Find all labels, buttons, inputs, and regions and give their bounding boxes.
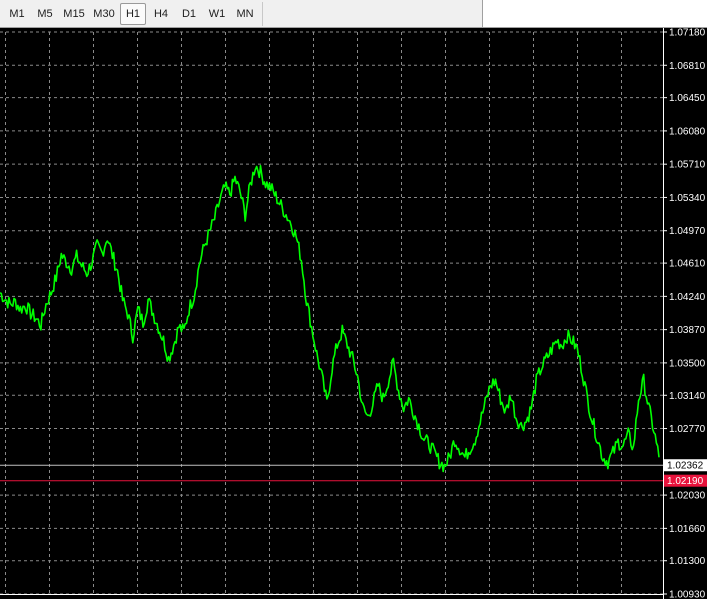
timeframe-button-h4[interactable]: H4 xyxy=(148,3,174,25)
chart-background xyxy=(0,28,707,599)
price-axis-label: 1.04240 xyxy=(669,292,706,303)
price-axis-label: 1.06080 xyxy=(669,126,706,137)
timeframe-button-mn[interactable]: MN xyxy=(232,3,258,25)
price-axis-label: 1.00930 xyxy=(669,590,706,599)
price-axis-label: 1.03500 xyxy=(669,358,706,369)
timeframe-button-m5[interactable]: M5 xyxy=(32,3,58,25)
timeframe-button-m30[interactable]: M30 xyxy=(90,3,118,25)
price-axis-label: 1.01300 xyxy=(669,556,706,567)
price-axis-label: 1.05340 xyxy=(669,193,706,204)
timeframe-toolbar: M1 M5 M15 M30 H1 H4 D1 W1 MN xyxy=(0,0,707,28)
timeframe-button-group: M1 M5 M15 M30 H1 H4 D1 W1 MN xyxy=(3,2,263,26)
price-chart[interactable]: 1.07180 1.06810 1.06450 1.06080 1.05710 1.053… xyxy=(0,28,707,599)
price-axis-label: 1.06450 xyxy=(669,93,706,104)
price-axis-label: 1.06810 xyxy=(669,61,706,72)
timeframe-button-m15[interactable]: M15 xyxy=(60,3,88,25)
bid-price-tag: 1.02362 xyxy=(667,461,704,472)
ask-price-tag: 1.02190 xyxy=(667,476,704,487)
price-axis-label: 1.05710 xyxy=(669,160,706,171)
price-axis-label: 1.04970 xyxy=(669,226,706,237)
price-axis-label: 1.02030 xyxy=(669,491,706,502)
price-axis-label: 1.03140 xyxy=(669,391,706,402)
timeframe-button-w1[interactable]: W1 xyxy=(204,3,230,25)
price-axis-label: 1.01660 xyxy=(669,524,706,535)
timeframe-button-d1[interactable]: D1 xyxy=(176,3,202,25)
toolbar-empty-area xyxy=(482,0,707,27)
price-axis-label: 1.03870 xyxy=(669,325,706,336)
price-axis-label: 1.02770 xyxy=(669,424,706,435)
price-axis-label: 1.07180 xyxy=(669,28,706,39)
price-axis-label: 1.04610 xyxy=(669,259,706,270)
timeframe-button-h1[interactable]: H1 xyxy=(120,3,146,25)
timeframe-button-m1[interactable]: M1 xyxy=(4,3,30,25)
